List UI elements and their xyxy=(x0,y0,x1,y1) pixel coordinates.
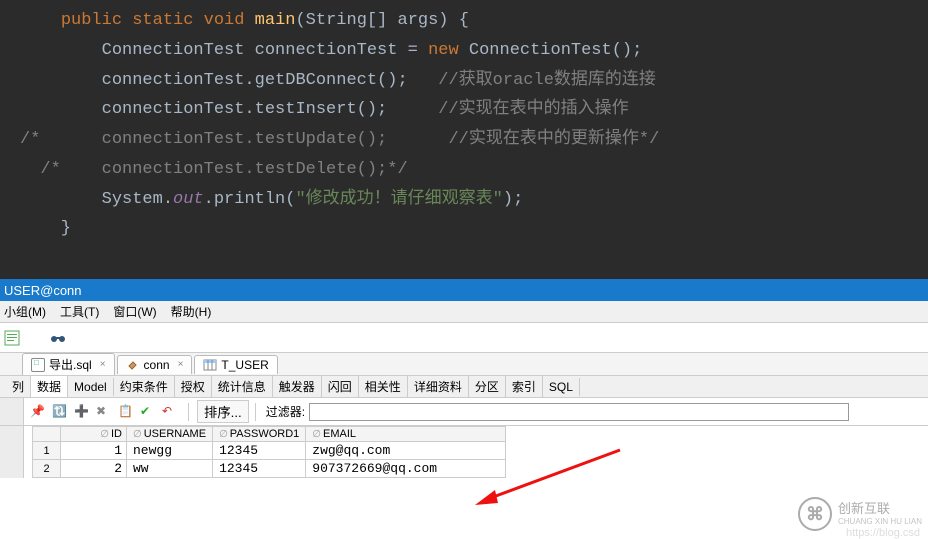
subtab-data[interactable]: 数据 xyxy=(31,376,68,397)
code-line: ConnectionTest connectionTest = new Conn… xyxy=(0,36,928,66)
code-comment-block: /* connectionTest.testUpdate(); //实现在表中的… xyxy=(20,130,659,149)
table-header-row: ∅ID ∅USERNAME ∅PASSWORD1 ∅EMAIL xyxy=(33,427,506,442)
close-icon[interactable]: × xyxy=(178,359,184,370)
column-header-password[interactable]: ∅PASSWORD1 xyxy=(213,427,306,442)
data-grid: ∅ID ∅USERNAME ∅PASSWORD1 ∅EMAIL 1 1 newg… xyxy=(0,426,928,478)
commit-icon[interactable]: ✔ xyxy=(140,404,156,420)
subtab-sql[interactable]: SQL xyxy=(543,378,580,396)
add-row-icon[interactable]: ➕ xyxy=(74,404,90,420)
left-gutter xyxy=(0,426,24,478)
menu-tools[interactable]: 工具(T) xyxy=(60,303,99,320)
window-title-bar: USER@conn xyxy=(0,279,928,301)
menu-group[interactable]: 小组(M) xyxy=(4,303,46,320)
view-tabs: 列 数据 Model 约束条件 授权 统计信息 触发器 闪回 相关性 详细资料 … xyxy=(0,376,928,398)
sql-worksheet-icon[interactable] xyxy=(4,330,20,346)
rollback-icon[interactable]: ↶ xyxy=(162,404,178,420)
static-field-out: out xyxy=(173,190,204,209)
result-table: ∅ID ∅USERNAME ∅PASSWORD1 ∅EMAIL 1 1 newg… xyxy=(32,426,506,478)
tab-conn[interactable]: conn × xyxy=(117,355,193,374)
code-comment: //实现在表中的插入操作 xyxy=(438,100,628,119)
left-gutter xyxy=(0,398,24,425)
column-icon: ∅ xyxy=(312,429,321,440)
keyword-void: void xyxy=(204,11,245,30)
row-number-header xyxy=(33,427,61,442)
subtab-constraints[interactable]: 约束条件 xyxy=(114,376,175,397)
subtab-columns[interactable]: 列 xyxy=(6,376,31,397)
watermark-text: 创新互联 xyxy=(838,502,922,516)
cell-email[interactable]: 907372669@qq.com xyxy=(306,460,506,478)
column-icon: ∅ xyxy=(100,429,109,440)
refresh-icon[interactable]: 🔃 xyxy=(52,404,68,420)
tab-label: 导出.sql xyxy=(49,356,92,373)
keyword-new: new xyxy=(428,41,459,60)
table-row[interactable]: 2 2 ww 12345 907372669@qq.com xyxy=(33,460,506,478)
cell-password[interactable]: 12345 xyxy=(213,442,306,460)
delete-row-icon[interactable]: ✖ xyxy=(96,404,112,420)
cell-email[interactable]: zwg@qq.com xyxy=(306,442,506,460)
code-line: /* connectionTest.testUpdate(); //实现在表中的… xyxy=(0,125,928,155)
window-title: USER@conn xyxy=(4,283,82,298)
keyword-static: static xyxy=(132,11,193,30)
blog-url: https://blog.csd xyxy=(846,527,920,539)
data-action-toolbar: 📌 🔃 ➕ ✖ 📋 ✔ ↶ 排序... 过滤器: xyxy=(0,398,928,426)
column-header-email[interactable]: ∅EMAIL xyxy=(306,427,506,442)
code-line: /* connectionTest.testDelete();*/ xyxy=(0,155,928,185)
watermark-logo-icon: ⌘ xyxy=(798,497,832,531)
menu-window[interactable]: 窗口(W) xyxy=(113,303,156,320)
subtab-dependencies[interactable]: 相关性 xyxy=(359,376,408,397)
tab-tuser[interactable]: T_USER xyxy=(194,355,277,374)
menu-help[interactable]: 帮助(H) xyxy=(171,303,212,320)
row-number: 2 xyxy=(33,460,61,478)
code-comment: //获取oracle数据库的连接 xyxy=(438,71,656,90)
tab-label: T_USER xyxy=(221,358,268,372)
cell-password[interactable]: 12345 xyxy=(213,460,306,478)
code-comment-block: /* connectionTest.testDelete();*/ xyxy=(20,160,408,179)
string-literal: "修改成功！请仔细观察表" xyxy=(295,190,502,209)
sort-button[interactable]: 排序... xyxy=(197,400,249,423)
document-tabs: 导出.sql × conn × T_USER xyxy=(0,353,928,376)
column-icon: ∅ xyxy=(133,429,142,440)
column-icon: ∅ xyxy=(219,429,228,440)
tab-sql-export[interactable]: 导出.sql × xyxy=(22,353,115,375)
cell-username[interactable]: newgg xyxy=(127,442,213,460)
subtab-partitions[interactable]: 分区 xyxy=(469,376,506,397)
code-line: public static void main(String[] args) { xyxy=(0,6,928,36)
subtab-details[interactable]: 详细资料 xyxy=(408,376,469,397)
duplicate-row-icon[interactable]: 📋 xyxy=(118,404,134,420)
tab-label: conn xyxy=(144,358,170,372)
sql-file-icon xyxy=(31,358,45,372)
cell-username[interactable]: ww xyxy=(127,460,213,478)
close-icon[interactable]: × xyxy=(100,359,106,370)
filter-input[interactable] xyxy=(309,403,849,421)
filter-label: 过滤器: xyxy=(266,403,305,420)
code-editor: public static void main(String[] args) {… xyxy=(0,0,928,279)
watermark-subtext: CHUANG XIN HU LIAN xyxy=(838,517,922,526)
binoculars-icon[interactable] xyxy=(50,330,66,346)
subtab-indexes[interactable]: 索引 xyxy=(506,376,543,397)
method-name: main xyxy=(255,11,296,30)
cell-id[interactable]: 2 xyxy=(61,460,127,478)
subtab-flashback[interactable]: 闪回 xyxy=(322,376,359,397)
subtab-grants[interactable]: 授权 xyxy=(175,376,212,397)
connection-icon xyxy=(126,358,140,372)
code-line: System.out.println("修改成功！请仔细观察表"); xyxy=(0,185,928,215)
code-line: connectionTest.testInsert(); //实现在表中的插入操… xyxy=(0,95,928,125)
cell-id[interactable]: 1 xyxy=(61,442,127,460)
column-header-username[interactable]: ∅USERNAME xyxy=(127,427,213,442)
row-number: 1 xyxy=(33,442,61,460)
menu-bar: 小组(M) 工具(T) 窗口(W) 帮助(H) xyxy=(0,301,928,323)
subtab-model[interactable]: Model xyxy=(68,378,114,396)
table-row[interactable]: 1 1 newgg 12345 zwg@qq.com xyxy=(33,442,506,460)
column-header-id[interactable]: ∅ID xyxy=(61,427,127,442)
pin-icon[interactable]: 📌 xyxy=(30,404,46,420)
method-signature: (String[] args) { xyxy=(295,11,468,30)
main-toolbar xyxy=(0,323,928,353)
watermark: ⌘ 创新互联 CHUANG XIN HU LIAN xyxy=(798,497,922,531)
keyword-public: public xyxy=(61,11,122,30)
subtab-statistics[interactable]: 统计信息 xyxy=(212,376,273,397)
subtab-triggers[interactable]: 触发器 xyxy=(273,376,322,397)
code-line: } xyxy=(0,214,928,244)
code-line: connectionTest.getDBConnect(); //获取oracl… xyxy=(0,66,928,96)
table-icon xyxy=(203,358,217,372)
